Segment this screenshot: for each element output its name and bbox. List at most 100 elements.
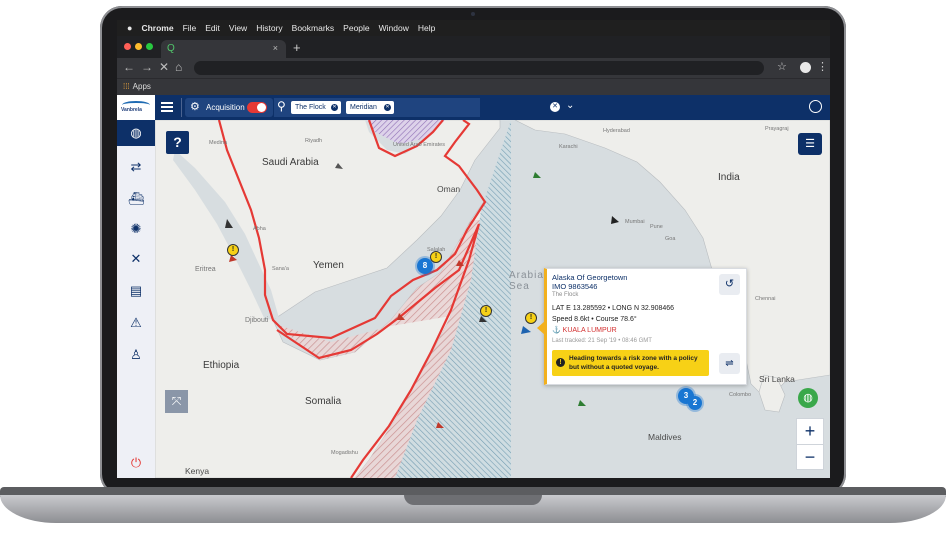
globe-toggle-button[interactable]: ◍ [798, 388, 818, 408]
remove-chip-icon[interactable]: ✕ [331, 104, 338, 111]
home-icon[interactable]: ⌂ [175, 60, 182, 74]
browser-tab[interactable]: Q × [161, 40, 286, 58]
map-label-saudi-arabia: Saudi Arabia [262, 157, 319, 168]
route-icon: ⇌ [725, 358, 734, 369]
route-button[interactable]: ⇌ [719, 353, 740, 374]
map-label-riyadh: Riyadh [305, 138, 323, 144]
back-icon[interactable]: ← [123, 60, 135, 74]
acquisition-gear-icon: ⚙ [190, 101, 200, 113]
acquisition-label: Acquisition [206, 103, 245, 112]
clear-filters-icon[interactable]: ✕ [550, 102, 560, 112]
acquisition-toggle[interactable] [247, 102, 267, 113]
user-account-icon[interactable] [809, 100, 822, 113]
list-icon: ☰ [805, 138, 815, 150]
zoom-out-button[interactable]: − [797, 444, 823, 470]
vessel-fleet: The Flock [552, 292, 579, 298]
map-label-uae: United Arab Emirates [393, 142, 445, 148]
bookmark-star-icon[interactable]: ☆ [777, 60, 787, 73]
map-label-chennai: Chennai [755, 296, 776, 302]
menu-window[interactable]: Window [379, 23, 409, 33]
forward-icon[interactable]: → [141, 60, 153, 74]
ship-icon: ⛴ [127, 191, 145, 206]
map-label-colombo: Colombo [729, 392, 752, 398]
hamburger-menu-icon[interactable] [161, 102, 173, 112]
vessel-destination: ⚓ KUALA LUMPUR [552, 327, 617, 334]
bookmarks-bar: ⁞⁞⁞ Apps [117, 78, 830, 96]
apps-bookmark[interactable]: ⁞⁞⁞ Apps [123, 82, 151, 91]
route-icon: ⇄ [130, 159, 142, 174]
filter-chip-label: Meridian [350, 104, 377, 111]
menu-bookmarks[interactable]: Bookmarks [292, 23, 335, 33]
draw-area-button[interactable]: ⤧ [165, 390, 188, 413]
vessel-name[interactable]: Alaska Of Georgetown [552, 273, 627, 282]
new-tab-button[interactable]: + [293, 40, 301, 55]
minimize-window-button[interactable] [135, 43, 142, 50]
maximize-window-button[interactable] [146, 43, 153, 50]
sidebar-item-ports[interactable]: ⛴ [117, 186, 155, 212]
map-label-sanaa: Sana'a [272, 266, 289, 272]
app-logo[interactable]: Vanbrela [117, 95, 155, 120]
apps-label: Apps [132, 82, 151, 91]
vessel-cluster[interactable]: 2 [688, 396, 702, 410]
filter-chip-label: The Flock [295, 104, 326, 111]
sidebar-item-settings[interactable]: ✺ [117, 216, 155, 242]
map-label-djibouti: Djibouti [245, 317, 269, 324]
history-button[interactable]: ↺ [719, 274, 740, 295]
screen: ● Chrome File Edit View History Bookmark… [117, 20, 830, 478]
sidebar-item-logout[interactable]: ⏻ [117, 450, 155, 476]
more-menu-icon[interactable]: ⋮ [817, 60, 828, 73]
stop-icon[interactable]: ✕ [159, 60, 169, 74]
menu-edit[interactable]: Edit [205, 23, 220, 33]
chevron-down-icon[interactable]: ⌄ [566, 100, 574, 111]
users-icon: ♙ [130, 347, 142, 362]
profile-avatar[interactable] [800, 62, 811, 73]
left-sidebar: ◍ ⇄ ⛴ ✺ ✕ ▤ ⚠ ♙ ⏻ [117, 120, 155, 478]
popup-arrow [537, 321, 545, 335]
menu-help[interactable]: Help [418, 23, 435, 33]
map-canvas[interactable]: Saudi Arabia Oman Yemen Ethiopia Somalia… [155, 120, 830, 478]
sidebar-item-globe[interactable]: ◍ [117, 120, 155, 146]
sidebar-item-satellite[interactable]: ✕ [117, 246, 155, 272]
map-label-sri-lanka: Sri Lanka [759, 374, 795, 384]
remove-chip-icon[interactable]: ✕ [384, 104, 391, 111]
menu-people[interactable]: People [343, 23, 369, 33]
map-label-goa: Goa [665, 236, 676, 242]
warning-marker-icon[interactable]: ! [480, 305, 492, 317]
menu-view[interactable]: View [229, 23, 247, 33]
menu-chrome[interactable]: Chrome [141, 23, 173, 33]
warning-marker-icon[interactable]: ! [430, 251, 442, 263]
warning-marker-icon[interactable]: ! [227, 244, 239, 256]
filter-chip-meridian[interactable]: Meridian ✕ [346, 101, 394, 114]
search-icon[interactable]: ⚲ [277, 99, 286, 113]
filter-chip-the-flock[interactable]: The Flock ✕ [291, 101, 341, 114]
logo-text: Vanbrela [121, 107, 142, 113]
globe-icon: ◍ [803, 392, 813, 404]
sidebar-item-routes[interactable]: ⇄ [117, 154, 155, 180]
warning-marker-icon[interactable]: ! [525, 312, 537, 324]
mac-menubar: ● Chrome File Edit View History Bookmark… [117, 20, 830, 36]
filter-bar[interactable]: ⚲ The Flock ✕ Meridian ✕ ✕ ⌄ [274, 98, 574, 117]
apps-grid-icon: ⁞⁞⁞ [123, 82, 130, 91]
apple-icon[interactable]: ● [127, 23, 132, 33]
address-bar[interactable] [194, 61, 764, 75]
sidebar-item-documents[interactable]: ▤ [117, 278, 155, 304]
map-label-eritrea: Eritrea [195, 266, 216, 273]
map-label-mogadishu: Mogadishu [331, 450, 358, 456]
close-tab-icon[interactable]: × [273, 43, 278, 53]
menu-history[interactable]: History [256, 23, 282, 33]
cog-icon: ✺ [130, 221, 142, 236]
sidebar-item-users[interactable]: ♙ [117, 342, 155, 368]
layers-list-button[interactable]: ☰ [798, 133, 822, 155]
warning-icon: ⚠ [130, 315, 142, 330]
close-window-button[interactable] [124, 43, 131, 50]
map-label-hyderabad: Hyderabad [603, 128, 630, 134]
map-label-india: India [718, 172, 740, 183]
window-controls [124, 43, 153, 50]
help-button[interactable]: ? [166, 131, 189, 154]
sidebar-item-alerts[interactable]: ⚠ [117, 310, 155, 336]
map-label-maldives: Maldives [648, 432, 682, 442]
map-label-abha: Abha [253, 226, 266, 232]
acquisition-control: ⚙ Acquisition [185, 98, 273, 117]
zoom-in-button[interactable]: + [797, 419, 823, 444]
menu-file[interactable]: File [183, 23, 197, 33]
